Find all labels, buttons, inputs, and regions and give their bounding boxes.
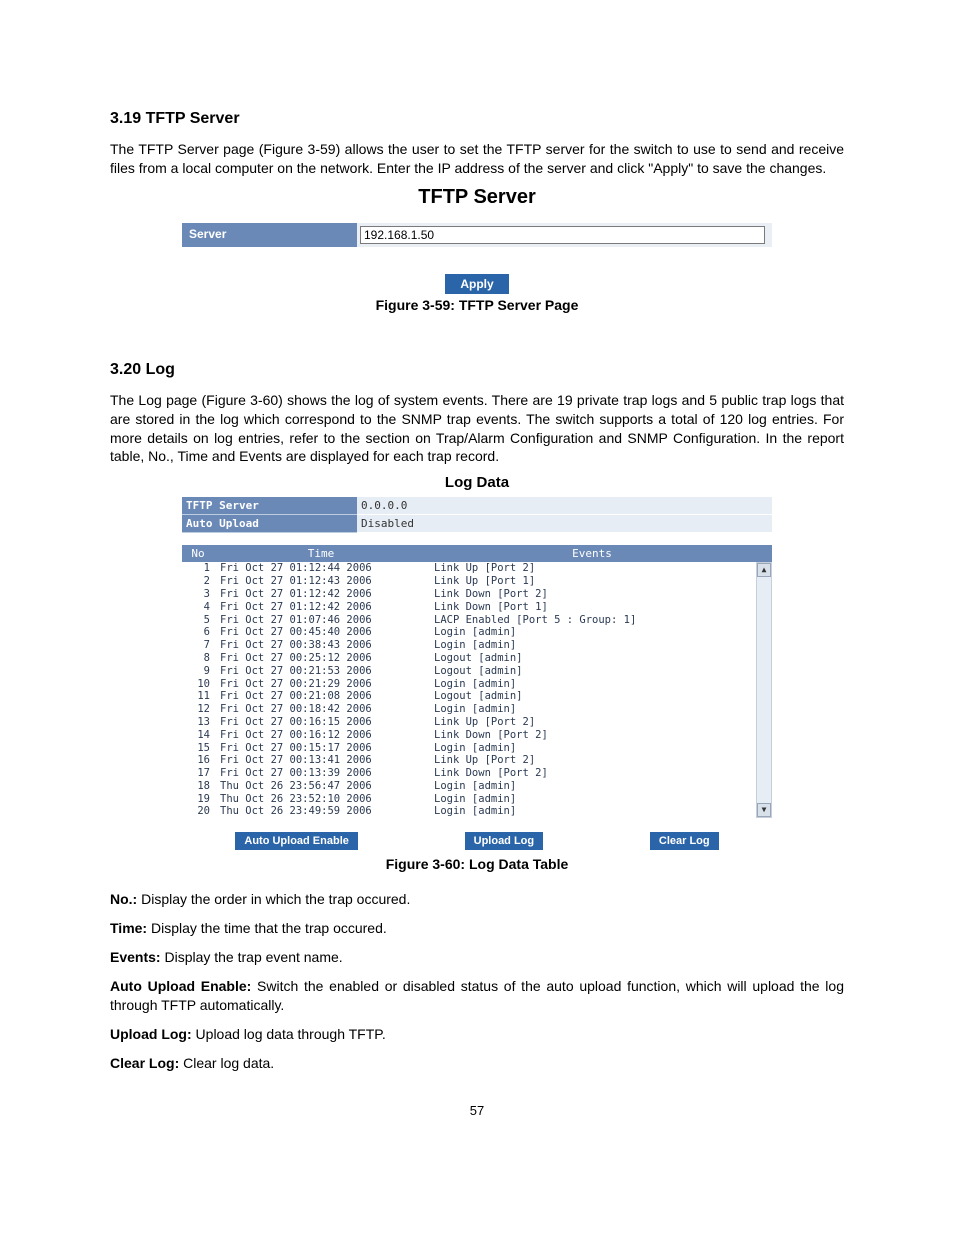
log-scrollbar[interactable]: ▲ ▼ — [756, 562, 772, 818]
table-row: 13Fri Oct 27 00:16:15 2006Link Up [Port … — [182, 716, 756, 729]
figure-caption-log: Figure 3-60: Log Data Table — [110, 856, 844, 872]
section-heading-tftp: 3.19 TFTP Server — [110, 110, 844, 128]
upload-log-button[interactable]: Upload Log — [465, 832, 544, 850]
table-row: 8Fri Oct 27 00:25:12 2006Logout [admin] — [182, 652, 756, 665]
def-events: Events: Display the trap event name. — [110, 948, 844, 967]
clear-log-button[interactable]: Clear Log — [650, 832, 719, 850]
log-header-events: Events — [428, 545, 756, 562]
def-upload-log: Upload Log: Upload log data through TFTP… — [110, 1025, 844, 1044]
table-row: 17Fri Oct 27 00:13:39 2006Link Down [Por… — [182, 767, 756, 780]
log-auto-upload-value: Disabled — [357, 515, 772, 533]
log-data-panel: Log Data TFTP Server 0.0.0.0 Auto Upload… — [182, 474, 772, 850]
page-number: 57 — [110, 1103, 844, 1118]
scroll-up-icon[interactable]: ▲ — [757, 563, 771, 577]
table-row: 20Thu Oct 26 23:49:59 2006Login [admin] — [182, 805, 756, 818]
table-row: 18Thu Oct 26 23:56:47 2006Login [admin] — [182, 780, 756, 793]
table-row: 19Thu Oct 26 23:52:10 2006Login [admin] — [182, 793, 756, 806]
table-row: 3Fri Oct 27 01:12:42 2006Link Down [Port… — [182, 588, 756, 601]
def-auto-upload: Auto Upload Enable: Switch the enabled o… — [110, 977, 844, 1015]
log-auto-upload-label: Auto Upload — [182, 515, 357, 533]
table-row: 7Fri Oct 27 00:38:43 2006Login [admin] — [182, 639, 756, 652]
tftp-server-panel: TFTP Server Server Apply — [182, 186, 772, 291]
table-row: 2Fri Oct 27 01:12:43 2006Link Up [Port 1… — [182, 575, 756, 588]
table-row: 9Fri Oct 27 00:21:53 2006Logout [admin] — [182, 665, 756, 678]
section-heading-log: 3.20 Log — [110, 361, 844, 379]
log-tftp-server-value: 0.0.0.0 — [357, 497, 772, 515]
log-panel-title: Log Data — [182, 474, 772, 491]
figure-caption-tftp: Figure 3-59: TFTP Server Page — [110, 297, 844, 313]
log-table-header: No Time Events — [182, 545, 772, 562]
tftp-body-text: The TFTP Server page (Figure 3-59) allow… — [110, 140, 844, 178]
tftp-server-label: Server — [182, 223, 357, 247]
table-row: 4Fri Oct 27 01:12:42 2006Link Down [Port… — [182, 601, 756, 614]
table-row: 12Fri Oct 27 00:18:42 2006Login [admin] — [182, 703, 756, 716]
apply-button[interactable]: Apply — [445, 274, 508, 294]
log-header-no: No — [182, 545, 214, 562]
log-body-text: The Log page (Figure 3-60) shows the log… — [110, 391, 844, 467]
auto-upload-enable-button[interactable]: Auto Upload Enable — [235, 832, 358, 850]
table-row: 5Fri Oct 27 01:07:46 2006LACP Enabled [P… — [182, 614, 756, 627]
table-row: 16Fri Oct 27 00:13:41 2006Link Up [Port … — [182, 754, 756, 767]
scroll-down-icon[interactable]: ▼ — [757, 803, 771, 817]
table-row: 11Fri Oct 27 00:21:08 2006Logout [admin] — [182, 690, 756, 703]
table-row: 1Fri Oct 27 01:12:44 2006Link Up [Port 2… — [182, 562, 756, 575]
table-row: 15Fri Oct 27 00:15:17 2006Login [admin] — [182, 742, 756, 755]
def-time: Time: Display the time that the trap occ… — [110, 919, 844, 938]
def-clear-log: Clear Log: Clear log data. — [110, 1054, 844, 1073]
tftp-panel-title: TFTP Server — [182, 186, 772, 209]
tftp-server-input[interactable] — [360, 226, 765, 244]
log-tftp-server-label: TFTP Server — [182, 497, 357, 515]
table-row: 6Fri Oct 27 00:45:40 2006Login [admin] — [182, 626, 756, 639]
table-row: 10Fri Oct 27 00:21:29 2006Login [admin] — [182, 678, 756, 691]
log-header-time: Time — [214, 545, 428, 562]
log-table-body: 1Fri Oct 27 01:12:44 2006Link Up [Port 2… — [182, 562, 756, 818]
def-no: No.: Display the order in which the trap… — [110, 890, 844, 909]
table-row: 14Fri Oct 27 00:16:12 2006Link Down [Por… — [182, 729, 756, 742]
